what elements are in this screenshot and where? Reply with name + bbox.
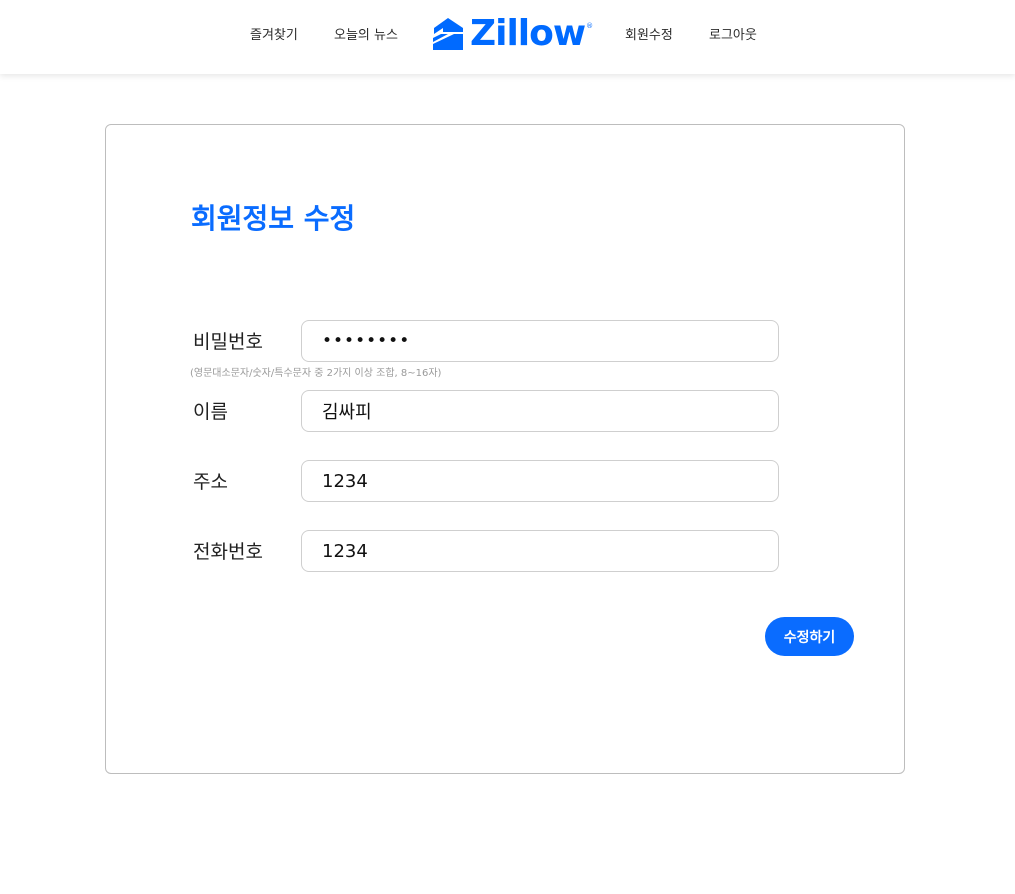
zillow-logo[interactable]: Zillow ®	[432, 14, 593, 54]
edit-profile-card: 회원정보 수정 비밀번호 (영문대소문자/숫자/특수문자 중 2가지 이상 조합…	[105, 124, 905, 774]
submit-button[interactable]: 수정하기	[765, 617, 854, 656]
site-header: 즐겨찾기 오늘의 뉴스 Zillow ® 회원수정 로그아웃	[0, 0, 1015, 74]
nav-edit-profile-link[interactable]: 회원수정	[625, 24, 673, 43]
password-label: 비밀번호	[193, 331, 263, 353]
password-hint: (영문대소문자/숫자/특수문자 중 2가지 이상 조합, 8~16자)	[190, 368, 442, 379]
nav-news-link[interactable]: 오늘의 뉴스	[334, 24, 398, 43]
phone-label: 전화번호	[193, 541, 263, 563]
nav-logout-link[interactable]: 로그아웃	[709, 24, 757, 43]
zillow-house-icon	[433, 18, 463, 50]
address-field[interactable]	[301, 460, 779, 502]
name-label: 이름	[193, 401, 228, 423]
page-title: 회원정보 수정	[191, 202, 356, 235]
logo-wordmark: Zillow	[470, 13, 586, 54]
nav-favorites-link[interactable]: 즐겨찾기	[250, 24, 298, 43]
phone-field[interactable]	[301, 530, 779, 572]
logo-registered-mark: ®	[586, 22, 594, 30]
name-field[interactable]	[301, 390, 779, 432]
address-label: 주소	[193, 471, 228, 493]
password-field[interactable]	[301, 320, 779, 362]
